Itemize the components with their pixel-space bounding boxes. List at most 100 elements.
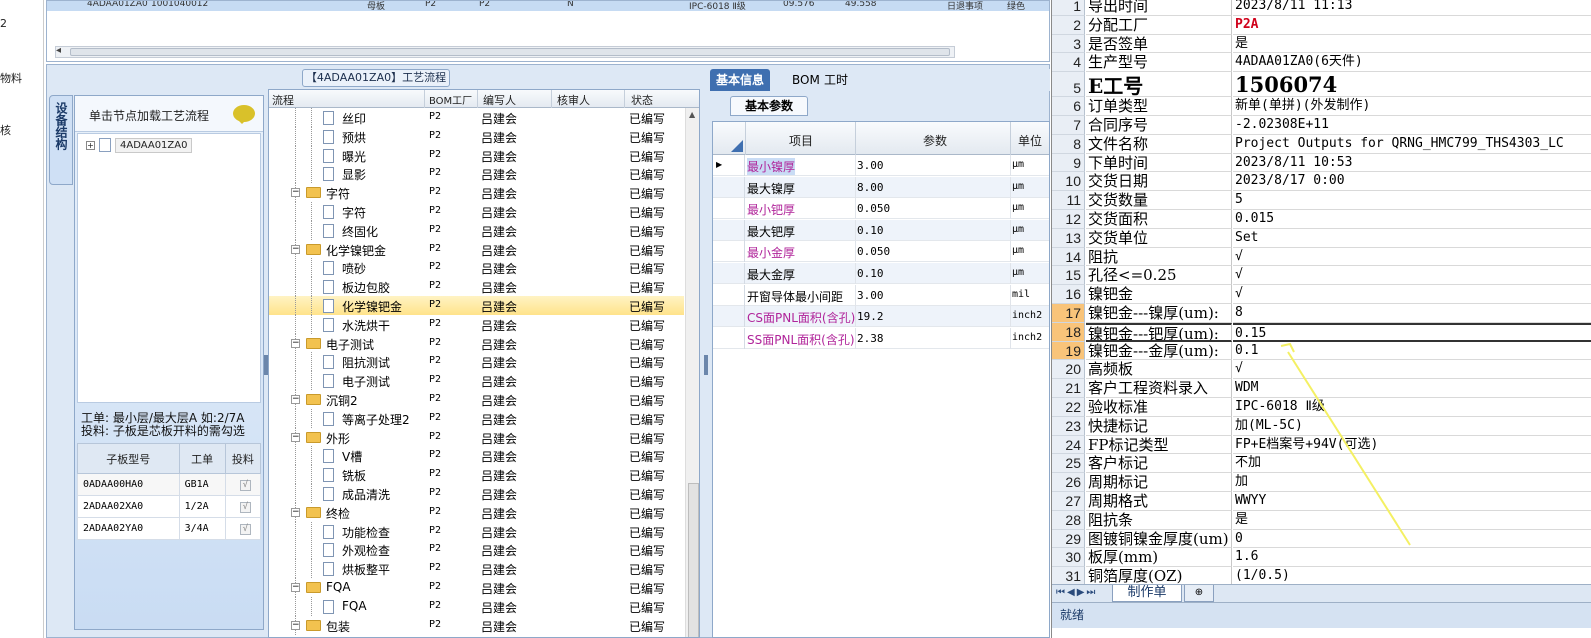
parameter-value[interactable]: 3.00 [857,289,884,302]
sheet-cell-label[interactable]: 合同序号 [1086,116,1232,135]
sheet-cell-value[interactable]: WWYY [1233,492,1591,511]
sheet-cell-label[interactable]: 交货数量 [1086,191,1232,210]
parameter-row[interactable]: 最大镍厚 8.00 μm [713,176,1049,198]
parameter-row[interactable]: ▶ 最小镍厚 3.00 μm [713,155,1049,176]
sheet-cell-label[interactable]: 交货面积 [1086,210,1232,229]
sheet-cell-label[interactable]: 导出时间 [1086,0,1232,16]
row-number[interactable]: 10 [1052,172,1085,192]
row-number[interactable]: 15 [1052,266,1085,286]
sheet-cell-value[interactable]: WDM [1233,379,1591,398]
process-flow-tree[interactable]: 流程 BOM工厂 编写人 核审人 状态 丝印 P2 吕建会 已编写 预烘 P2 吕建会 已编写… [268,89,700,638]
sheet-cell-label[interactable]: 分配工厂 [1086,15,1232,35]
sub-board-table[interactable]: 子板型号 工单 投料 0ADAA00HA0 GB1A √ 2ADAA02XA0 … [77,443,262,540]
sheet-cell-value[interactable]: 0.015 [1233,210,1591,229]
sheet-cell-value[interactable]: 0 [1233,530,1591,549]
sheet-row[interactable]: 13 交货单位 Set [1052,228,1591,248]
sheet-cell-label[interactable]: 文件名称 [1086,134,1232,154]
sheet-cell-label[interactable]: 阻抗 [1086,247,1232,267]
column-header[interactable]: 编写人 [483,92,516,108]
parameter-value[interactable]: 0.050 [857,245,890,258]
row-number[interactable]: 24 [1052,435,1085,455]
sheet-cell-label[interactable]: 孔径<=0.25 [1086,266,1232,286]
tab-basic-info[interactable]: 基本信息 [710,69,771,91]
column-header[interactable]: 流程 [272,92,294,108]
flow-tree-row[interactable]: 显影 P2 吕建会 已编写 [269,164,684,184]
sheet-row[interactable]: 15 孔径<=0.25 √ [1052,266,1591,286]
parameter-value[interactable]: 3.00 [857,159,884,172]
sheet-cell-label[interactable]: 图镀铜镍金厚度(um) [1086,529,1232,549]
horizontal-scrollbar[interactable]: ◂ [55,45,955,58]
row-number[interactable]: 14 [1052,247,1085,267]
collapse-minus-icon[interactable]: − [291,583,300,592]
sheet-cell-value[interactable]: 5 [1233,191,1591,210]
sheet-row[interactable]: 7 合同序号 -2.02308E+11 [1052,116,1591,135]
table-row[interactable]: 2ADAA02XA0 1/2A √ [77,495,262,518]
flow-tree-row[interactable]: 电子测试 P2 吕建会 已编写 [269,371,684,391]
collapse-minus-icon[interactable]: − [291,338,300,348]
sheet-row[interactable]: 21 客户工程资料录入 WDM [1052,379,1591,398]
flow-tree-row[interactable]: 水洗烘干 P2 吕建会 已编写 [269,314,684,334]
column-header[interactable]: 工单 [178,443,226,474]
sheet-cell-label[interactable]: 镍钯金---钯厚(um): [1086,322,1232,342]
sheet-cell-value[interactable]: FP+E档案号+94V(可选) [1233,436,1591,455]
collapse-minus-icon[interactable]: − [291,432,300,442]
feed-checkbox[interactable]: √ [239,523,251,535]
sheet-cell-label[interactable]: 订单类型 [1086,97,1232,116]
parameter-row[interactable]: SS面PNL面积(含孔) 2.38 inch2 [713,327,1049,349]
scrollbar-thumb[interactable] [688,483,699,637]
sheet-row[interactable]: 2 分配工厂 P2A [1052,15,1591,35]
flow-tree-row[interactable]: − 电子测试 P2 吕建会 已编写 [269,333,684,353]
sheet-cell-label[interactable]: 镍钯金 [1086,285,1232,304]
flow-tree-row[interactable]: 阻抗测试 P2 吕建会 已编写 [269,352,684,372]
row-number[interactable]: 19 [1052,341,1085,361]
sheet-cell-label[interactable]: 生产型号 [1086,53,1232,73]
row-number[interactable]: 7 [1052,116,1085,135]
structure-tree[interactable]: +4ADAA01ZA0 [77,133,261,403]
flow-tree-row[interactable]: − 包装 P2 吕建会 已编写 [269,615,684,635]
sheet-row[interactable]: 8 文件名称 Project Outputs for QRNG_HMC799_THS… [1052,134,1591,154]
column-header[interactable]: 项目 [789,132,813,149]
flow-tree-row[interactable]: 终固化 P2 吕建会 已编写 [269,220,684,240]
row-number[interactable]: 27 [1052,492,1085,511]
sheet-cell-label[interactable]: 周期格式 [1086,492,1232,511]
parameter-row[interactable]: CS面PNL面积(含孔) 19.2 inch2 [713,306,1049,328]
new-sheet-icon[interactable]: ⊕ [1184,585,1214,602]
sheet-row[interactable]: 6 订单类型 新单(单拼)(外发制作) [1052,97,1591,116]
parameter-value[interactable]: 8.00 [857,181,884,194]
sheet-row[interactable]: 26 周期标记加 [1052,473,1591,492]
sheet-row[interactable]: 19 镍钯金---金厚(um): 0.1 [1052,341,1591,361]
parameter-row[interactable]: 最小钯厚 0.050 μm [713,198,1049,220]
row-number[interactable]: 29 [1052,529,1085,549]
sheet-cell-label[interactable]: 镍钯金---镍厚(um): [1086,304,1232,323]
tab-basic-params[interactable]: 基本参数 [730,96,808,116]
feed-checkbox[interactable]: √ [239,501,251,513]
parameter-value[interactable]: 0.10 [857,224,884,237]
flow-tree-row[interactable]: FQA P2 吕建会 已编写 [269,596,684,616]
sheet-navigation-arrows-icon[interactable]: ⏮◀▶⏭ [1056,587,1097,598]
sheet-cell-value[interactable]: -2.02308E+11 [1233,116,1591,135]
flow-tree-row[interactable]: − 沉铜2 P2 吕建会 已编写 [269,390,684,409]
sheet-row[interactable]: 4 生产型号 4ADAA01ZA0(6天件) [1052,53,1591,73]
sheet-cell-value[interactable]: 0.15 [1233,322,1591,342]
sheet-row[interactable]: 3 是否签单是 [1052,34,1591,54]
parameter-value[interactable]: 2.38 [857,332,884,345]
column-header[interactable]: BOM工厂 [429,92,472,107]
tab-equipment-structure[interactable]: 设备结构 [49,95,73,185]
row-number[interactable]: 23 [1052,416,1085,436]
sheet-cell-value[interactable]: 1.6 [1233,548,1591,568]
collapse-minus-icon[interactable]: − [291,188,300,198]
sheet-cell-label[interactable]: E工号 [1086,72,1232,98]
row-number[interactable]: 22 [1052,398,1085,417]
flow-tree-row[interactable]: 外观检查 P2 吕建会 已编写 [269,540,684,560]
sheet-row[interactable]: 24 FP标记类型 FP+E档案号+94V(可选) [1052,435,1591,455]
sheet-cell-label[interactable]: 高频板 [1086,360,1232,380]
sheet-cell-value[interactable]: 2023/8/17 0:00 [1233,172,1591,192]
sheet-cell-value[interactable]: 新单(单拼)(外发制作) [1233,97,1591,116]
sheet-row[interactable]: 14 阻抗 √ [1052,247,1591,267]
row-number[interactable]: 12 [1052,210,1085,229]
sheet-cell-value[interactable]: √ [1233,248,1591,267]
sheet-row[interactable]: 27 周期格式 WWYY [1052,492,1591,511]
row-number[interactable]: 13 [1052,228,1085,248]
row-number[interactable]: 8 [1052,134,1085,154]
sheet-cell-label[interactable]: 下单时间 [1086,153,1232,173]
